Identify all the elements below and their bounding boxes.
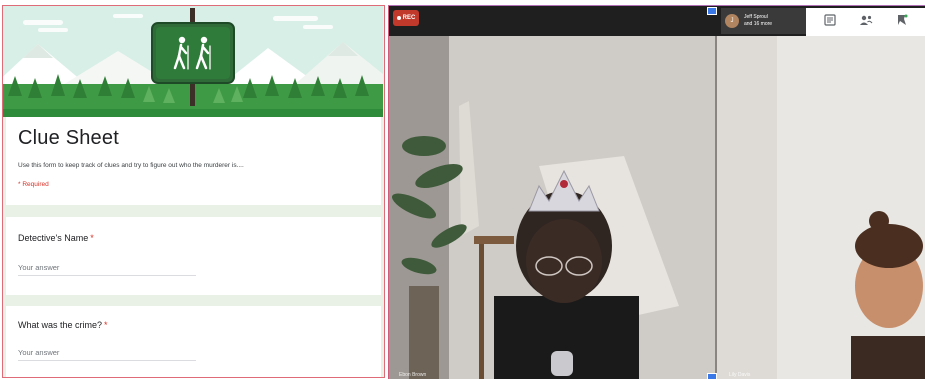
crime-input[interactable]: Your answer — [18, 348, 196, 361]
question-card-crime: What was the crime? * Your answer — [6, 306, 381, 377]
recording-dot-icon — [396, 16, 401, 20]
people-icon — [859, 13, 873, 31]
activities-icon — [896, 13, 908, 31]
detective-name-input[interactable]: Your answer — [18, 263, 196, 276]
form-header-banner — [3, 6, 383, 113]
participants-summary: Jeff Sproul and 16 more — [744, 14, 772, 28]
chat-icon — [824, 13, 836, 31]
activities-button[interactable] — [894, 14, 910, 30]
question-card-detective-name: Detective's Name * Your answer — [6, 217, 381, 295]
required-asterisk: * — [90, 233, 94, 243]
hikers-icon — [167, 34, 219, 74]
form-description: Use this form to keep track of clues and… — [18, 162, 244, 169]
chat-button[interactable] — [822, 14, 838, 30]
question-label: Detective's Name * — [18, 233, 369, 243]
recording-label: REC — [402, 15, 416, 21]
participant-name: Jeff Sproul — [744, 14, 768, 20]
participant-count: and 16 more — [744, 21, 773, 27]
participant-name-tag: Lily Davis — [729, 372, 751, 378]
participant-name-tag: Ebon Brown — [399, 372, 427, 378]
google-form-panel: Clue Sheet Use this form to keep track o… — [2, 5, 385, 378]
share-marker-bottom — [707, 373, 717, 379]
call-toolbar — [806, 8, 925, 36]
video-call-panel: REC J Jeff Sproul and 16 more Ebon Brown… — [388, 5, 925, 379]
form-accent-strip — [3, 109, 383, 117]
people-button[interactable] — [858, 14, 874, 30]
form-title: Clue Sheet — [18, 127, 119, 149]
share-marker-top — [707, 7, 717, 15]
question-text: Detective's Name — [18, 233, 89, 243]
required-asterisk: * — [104, 320, 108, 330]
participants-chip[interactable]: J Jeff Sproul and 16 more — [721, 8, 806, 34]
screen: Clue Sheet Use this form to keep track o… — [0, 0, 925, 379]
form-title-card: Clue Sheet Use this form to keep track o… — [6, 117, 381, 205]
question-label: What was the crime? * — [18, 320, 369, 330]
video-tiles — [389, 6, 925, 379]
recording-badge: REC — [393, 10, 419, 26]
question-text: What was the crime? — [18, 320, 103, 330]
avatar: J — [725, 14, 739, 28]
required-note: * Required — [18, 181, 49, 188]
